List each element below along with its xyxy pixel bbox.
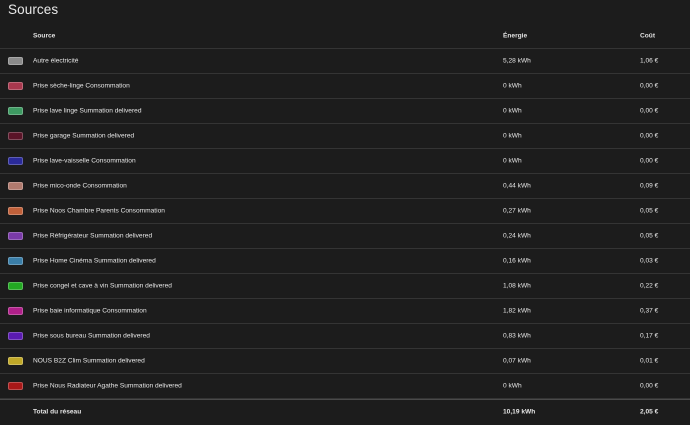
source-color-swatch	[8, 332, 23, 340]
source-color-swatch	[8, 257, 23, 265]
source-cost: 0,00 €	[640, 157, 659, 165]
source-color-swatch	[8, 132, 23, 140]
source-energy: 0,07 kWh	[503, 357, 531, 365]
table-total-row: Total du réseau 10,19 kWh 2,05 €	[0, 399, 690, 424]
source-name: Prise sèche-linge Consommation	[33, 82, 130, 90]
source-name: Prise sous bureau Summation delivered	[33, 332, 150, 340]
source-cost: 0,00 €	[640, 132, 659, 140]
table-body: Autre électricité 5,28 kWh 1,06 € Prise sèc…	[0, 49, 690, 399]
table-row[interactable]: Prise mico-onde Consommation 0,44 kWh 0,09…	[0, 174, 690, 199]
table-row[interactable]: Autre électricité 5,28 kWh 1,06 €	[0, 49, 690, 74]
source-name: NOUS B2Z Clim Summation delivered	[33, 357, 145, 365]
source-energy: 0,83 kWh	[503, 332, 531, 340]
table-row[interactable]: Prise lave linge Summation delivered 0 kW…	[0, 99, 690, 124]
source-color-swatch	[8, 282, 23, 290]
source-energy: 5,28 kWh	[503, 57, 531, 65]
color-swatch-icon	[8, 157, 23, 165]
table-row[interactable]: Prise congel et cave à vin Summation del…	[0, 274, 690, 299]
source-color-swatch	[8, 307, 23, 315]
source-name: Prise Home Cinéma Summation delivered	[33, 257, 156, 265]
source-cost: 0,05 €	[640, 207, 659, 215]
source-name: Autre électricité	[33, 57, 79, 65]
source-cost: 0,09 €	[640, 182, 659, 190]
source-energy: 0,27 kWh	[503, 207, 531, 215]
source-energy: 1,82 kWh	[503, 307, 531, 315]
source-cost: 0,00 €	[640, 382, 659, 390]
source-cost: 0,17 €	[640, 332, 659, 340]
source-cost: 0,00 €	[640, 107, 659, 115]
color-swatch-icon	[8, 82, 23, 90]
energy-sources-card: Sources Source Énergie Coût Autre électr…	[0, 0, 690, 425]
total-source-label: Total du réseau	[33, 408, 82, 416]
source-cost: 0,01 €	[640, 357, 659, 365]
total-energy: 10,19 kWh	[503, 408, 536, 416]
card-title: Sources	[8, 2, 59, 17]
source-name: Prise congel et cave à vin Summation del…	[33, 282, 172, 290]
color-swatch-icon	[8, 382, 23, 390]
source-name: Prise baie informatique Consommation	[33, 307, 147, 315]
source-color-swatch	[8, 57, 23, 65]
source-energy: 0 kWh	[503, 82, 522, 90]
table-header-row: Source Énergie Coût	[0, 23, 690, 49]
source-name: Prise lave-vaisselle Consommation	[33, 157, 136, 165]
source-energy: 0 kWh	[503, 132, 522, 140]
source-color-swatch	[8, 107, 23, 115]
table-row[interactable]: Prise baie informatique Consommation 1,82…	[0, 299, 690, 324]
source-color-swatch	[8, 357, 23, 365]
color-swatch-icon	[8, 282, 23, 290]
source-energy: 0,44 kWh	[503, 182, 531, 190]
source-name: Prise Réfrigérateur Summation delivered	[33, 232, 153, 240]
sources-table: Source Énergie Coût Autre électricité 5,2…	[0, 23, 690, 424]
table-row[interactable]: Prise lave-vaisselle Consommation 0 kWh 0,…	[0, 149, 690, 174]
source-energy: 1,08 kWh	[503, 282, 531, 290]
table-row[interactable]: Prise Noos Chambre Parents Consommation 0…	[0, 199, 690, 224]
source-energy: 0 kWh	[503, 382, 522, 390]
table-row[interactable]: Prise Home Cinéma Summation delivered 0,1…	[0, 249, 690, 274]
table-row[interactable]: Prise Réfrigérateur Summation delivered 0…	[0, 224, 690, 249]
color-swatch-icon	[8, 132, 23, 140]
header-cost: Coût	[640, 32, 656, 39]
source-cost: 0,05 €	[640, 232, 659, 240]
source-cost: 0,22 €	[640, 282, 659, 290]
color-swatch-icon	[8, 232, 23, 240]
source-color-swatch	[8, 82, 23, 90]
source-color-swatch	[8, 182, 23, 190]
total-cost: 2,05 €	[640, 408, 659, 416]
table-row[interactable]: Prise Nous Radiateur Agathe Summation de…	[0, 374, 690, 399]
color-swatch-icon	[8, 307, 23, 315]
color-swatch-icon	[8, 257, 23, 265]
source-cost: 0,00 €	[640, 82, 659, 90]
color-swatch-icon	[8, 57, 23, 65]
source-name: Prise mico-onde Consommation	[33, 182, 127, 190]
table-row[interactable]: NOUS B2Z Clim Summation delivered 0,07 kW…	[0, 349, 690, 374]
source-color-swatch	[8, 232, 23, 240]
source-energy: 0 kWh	[503, 107, 522, 115]
table-row[interactable]: Prise garage Summation delivered 0 kWh 0,0…	[0, 124, 690, 149]
source-cost: 1,06 €	[640, 57, 659, 65]
table-row[interactable]: Prise sèche-linge Consommation 0 kWh 0,00 …	[0, 74, 690, 99]
color-swatch-icon	[8, 357, 23, 365]
color-swatch-icon	[8, 107, 23, 115]
source-name: Prise Noos Chambre Parents Consommation	[33, 207, 165, 215]
source-name: Prise Nous Radiateur Agathe Summation de…	[33, 382, 182, 390]
source-color-swatch	[8, 207, 23, 215]
color-swatch-icon	[8, 207, 23, 215]
color-swatch-icon	[8, 332, 23, 340]
source-name: Prise lave linge Summation delivered	[33, 107, 142, 115]
source-energy: 0 kWh	[503, 157, 522, 165]
source-energy: 0,16 kWh	[503, 257, 531, 265]
source-cost: 0,03 €	[640, 257, 659, 265]
color-swatch-icon	[8, 182, 23, 190]
source-cost: 0,37 €	[640, 307, 659, 315]
header-energy: Énergie	[503, 32, 528, 39]
source-color-swatch	[8, 157, 23, 165]
header-source: Source	[33, 32, 56, 39]
source-energy: 0,24 kWh	[503, 232, 531, 240]
source-color-swatch	[8, 382, 23, 390]
source-name: Prise garage Summation delivered	[33, 132, 135, 140]
table-row[interactable]: Prise sous bureau Summation delivered 0,8…	[0, 324, 690, 349]
